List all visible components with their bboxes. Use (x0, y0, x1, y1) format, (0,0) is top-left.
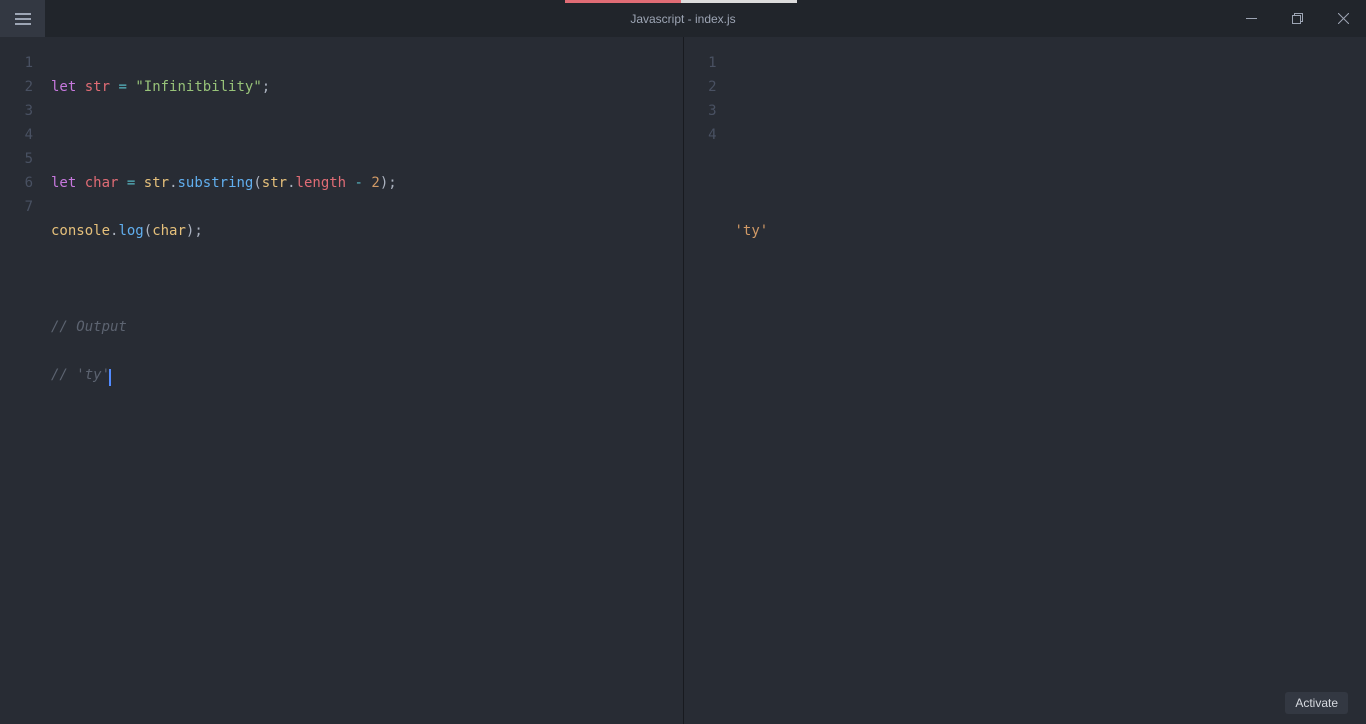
window-controls (1228, 0, 1366, 37)
right-output-pane[interactable]: 1 2 3 4 'ty' (683, 37, 1366, 724)
line-number: 2 (684, 75, 717, 99)
output-line (735, 123, 769, 147)
code-line (51, 267, 397, 291)
main-area: 1 2 3 4 5 6 7 let str = "Infinitbility";… (0, 37, 1366, 724)
code-line: let char = str.substring(str.length - 2)… (51, 171, 397, 195)
hamburger-icon (15, 13, 31, 25)
code-line: let str = "Infinitbility"; (51, 75, 397, 99)
left-gutter: 1 2 3 4 5 6 7 (0, 37, 45, 724)
line-number: 6 (0, 171, 33, 195)
maximize-button[interactable] (1274, 0, 1320, 37)
output-line (735, 75, 769, 99)
code-line: // 'ty' (51, 363, 397, 387)
line-number: 3 (0, 99, 33, 123)
window-title: Javascript - index.js (630, 12, 735, 26)
output-line: 'ty' (735, 219, 769, 243)
line-number: 7 (0, 195, 33, 219)
code-line (51, 123, 397, 147)
menu-button[interactable] (0, 0, 45, 37)
line-number: 1 (684, 51, 717, 75)
line-number: 4 (684, 123, 717, 147)
line-number: 2 (0, 75, 33, 99)
close-button[interactable] (1320, 0, 1366, 37)
text-cursor (109, 369, 111, 386)
code-line: // Output (51, 315, 397, 339)
minimize-button[interactable] (1228, 0, 1274, 37)
code-line: console.log(char); (51, 219, 397, 243)
output-line (735, 171, 769, 195)
left-code-area[interactable]: let str = "Infinitbility"; let char = st… (45, 37, 397, 724)
line-number: 1 (0, 51, 33, 75)
line-number: 4 (0, 123, 33, 147)
right-code-area[interactable]: 'ty' (729, 37, 769, 724)
right-gutter: 1 2 3 4 (684, 37, 729, 724)
left-editor-pane[interactable]: 1 2 3 4 5 6 7 let str = "Infinitbility";… (0, 37, 683, 724)
tab-indicator (565, 0, 797, 3)
line-number: 5 (0, 147, 33, 171)
titlebar: Javascript - index.js (0, 0, 1366, 37)
line-number: 3 (684, 99, 717, 123)
activate-button[interactable]: Activate (1285, 692, 1348, 714)
